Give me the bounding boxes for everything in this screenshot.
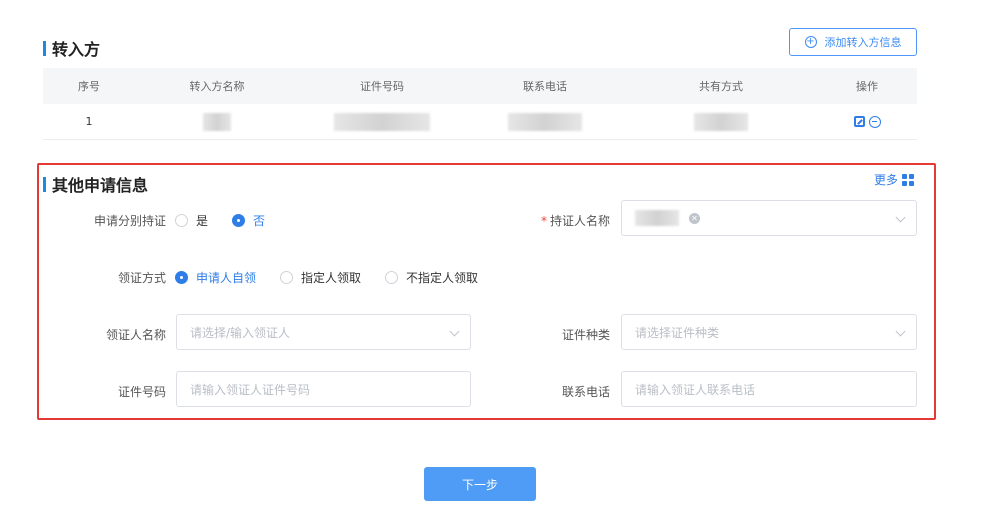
table-row: 1 (43, 104, 917, 140)
collector-name-label: 领证人名称 (105, 328, 166, 342)
holder-name-select[interactable]: ✕ (621, 200, 917, 236)
title-accent-bar (43, 40, 46, 56)
cert-type-placeholder: 请选择证件种类 (635, 325, 720, 340)
table-header: 序号 转入方名称 证件号码 联系电话 共有方式 操作 (43, 68, 917, 104)
radio-undesignated-label: 不指定人领取 (406, 271, 479, 285)
collect-method-label: 领证方式 (117, 271, 166, 285)
radio-circle-icon (175, 214, 188, 227)
collector-name-placeholder: 请选择/输入领证人 (190, 325, 291, 340)
chevron-down-icon (895, 326, 906, 337)
radio-checked-icon (232, 214, 246, 227)
header-phone: 联系电话 (523, 80, 567, 93)
transferee-section-title: 转入方 (43, 36, 100, 60)
cert-number-placeholder: 请输入领证人证件号码 (190, 382, 311, 397)
collector-name-select[interactable]: 请选择/输入领证人 (176, 314, 471, 350)
radio-self-collect[interactable]: 申请人自领 (175, 269, 256, 286)
row-name-redacted (135, 112, 299, 131)
other-info-title: 其他申请信息 (52, 176, 149, 195)
row-id-redacted (299, 112, 465, 131)
separate-cert-radio-group: 是 否 (175, 212, 289, 229)
phone-placeholder: 请输入领证人联系电话 (635, 382, 756, 397)
holder-tag-redacted (635, 210, 679, 226)
radio-undesignated[interactable]: 不指定人领取 (385, 269, 478, 286)
radio-no[interactable]: 否 (232, 212, 265, 229)
add-transferee-button[interactable]: + 添加转入方信息 (789, 28, 917, 56)
separate-cert-label: 申请分别持证 (93, 214, 166, 228)
holder-tag: ✕ (635, 210, 700, 226)
plus-circle-icon: + (804, 36, 817, 48)
phone-label: 联系电话 (561, 385, 610, 399)
add-transferee-label: 添加转入方信息 (824, 36, 902, 49)
radio-checked-icon (175, 271, 188, 284)
row-phone-redacted (465, 112, 625, 131)
radio-circle-icon (385, 271, 399, 284)
required-mark: * (540, 214, 547, 228)
holder-name-label-text: 持证人名称 (549, 214, 610, 228)
remove-circle-icon[interactable] (868, 115, 881, 128)
cert-number-input[interactable]: 请输入领证人证件号码 (176, 371, 471, 407)
tag-close-icon[interactable]: ✕ (689, 212, 700, 224)
radio-yes-label: 是 (196, 214, 209, 228)
radio-circle-icon (280, 271, 294, 284)
chevron-down-icon (895, 212, 906, 223)
header-name: 转入方名称 (189, 80, 245, 93)
cert-number-label: 证件号码 (117, 385, 166, 399)
more-button[interactable]: 更多 (874, 171, 915, 188)
transferee-table: 序号 转入方名称 证件号码 联系电话 共有方式 操作 1 (43, 68, 917, 140)
row-actions (817, 115, 917, 128)
grid-icon (902, 173, 915, 186)
edit-icon[interactable] (853, 115, 865, 127)
radio-designated-label: 指定人领取 (301, 271, 362, 285)
header-id-number: 证件号码 (360, 80, 404, 93)
header-index: 序号 (78, 80, 100, 93)
row-ownership-redacted (625, 112, 817, 131)
more-label: 更多 (874, 173, 899, 187)
title-accent-bar (43, 176, 46, 192)
chevron-down-icon (449, 326, 460, 337)
other-info-section-title: 其他申请信息 (43, 172, 148, 196)
transferee-title: 转入方 (52, 40, 101, 59)
header-actions: 操作 (856, 80, 878, 93)
radio-no-label: 否 (253, 214, 266, 228)
phone-input[interactable]: 请输入领证人联系电话 (621, 371, 917, 407)
cert-type-select[interactable]: 请选择证件种类 (621, 314, 917, 350)
header-ownership: 共有方式 (699, 80, 743, 93)
radio-yes[interactable]: 是 (175, 212, 208, 229)
row-index: 1 (85, 115, 93, 128)
radio-self-collect-label: 申请人自领 (196, 271, 257, 285)
collect-method-radio-group: 申请人自领 指定人领取 不指定人领取 (175, 269, 502, 286)
cert-type-label: 证件种类 (561, 328, 610, 342)
holder-name-label: * 持证人名称 (510, 212, 610, 229)
radio-designated[interactable]: 指定人领取 (280, 269, 361, 286)
next-step-button[interactable]: 下一步 (424, 467, 536, 501)
